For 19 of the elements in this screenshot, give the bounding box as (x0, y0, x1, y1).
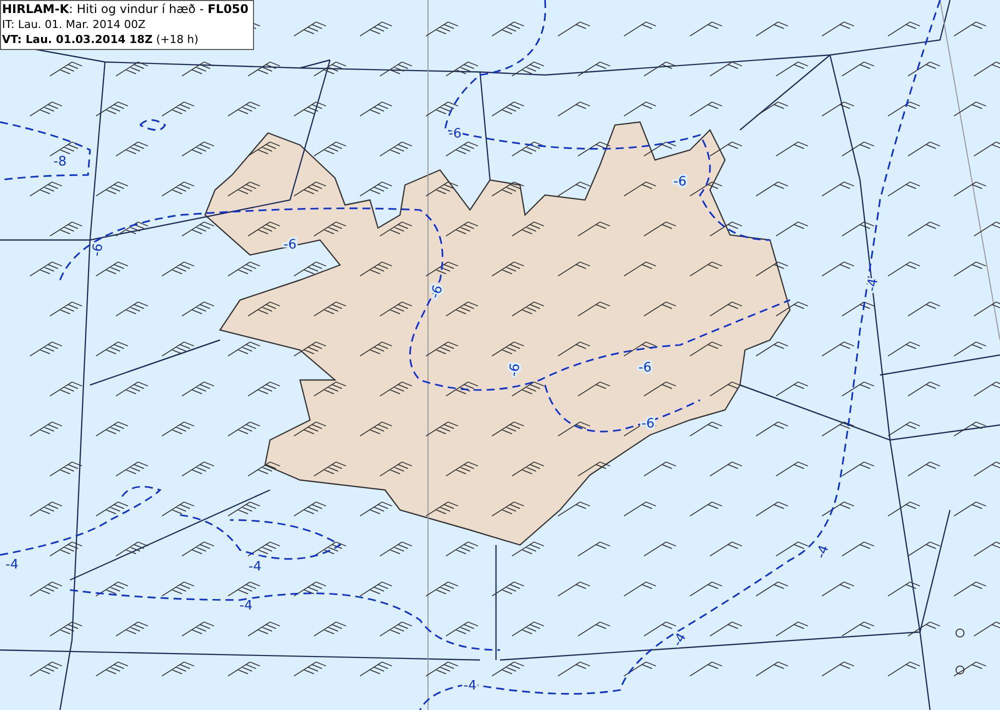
contour-label: -4 (248, 560, 262, 575)
contour-label: -8 (54, 154, 66, 170)
contour-label: -6 (674, 174, 686, 190)
contour-label: -6 (448, 126, 462, 142)
contour-label: -6 (638, 360, 652, 376)
contour-label: -4 (464, 678, 476, 694)
contour-label: -4 (864, 277, 882, 293)
contour-label: -6 (90, 242, 107, 258)
title-text: IT: Lau. 01. Mar. 2014 00Z (2, 17, 147, 32)
contour-label: -4 (670, 630, 690, 650)
contour-label: -4 (240, 598, 252, 614)
contour-label: -6 (428, 283, 446, 301)
contour-label: -6 (506, 362, 524, 378)
contour-label: -4 (6, 558, 18, 573)
title-text: VT: Lau. 01.03.2014 18Z (+18 h) (2, 32, 200, 47)
station-circle-icon (956, 628, 964, 638)
station-circle-icon (956, 666, 964, 674)
title-text: HIRLAM-K: Hiti og vindur í hæð - FL050 (2, 2, 249, 17)
contour-label: -4 (814, 543, 832, 561)
